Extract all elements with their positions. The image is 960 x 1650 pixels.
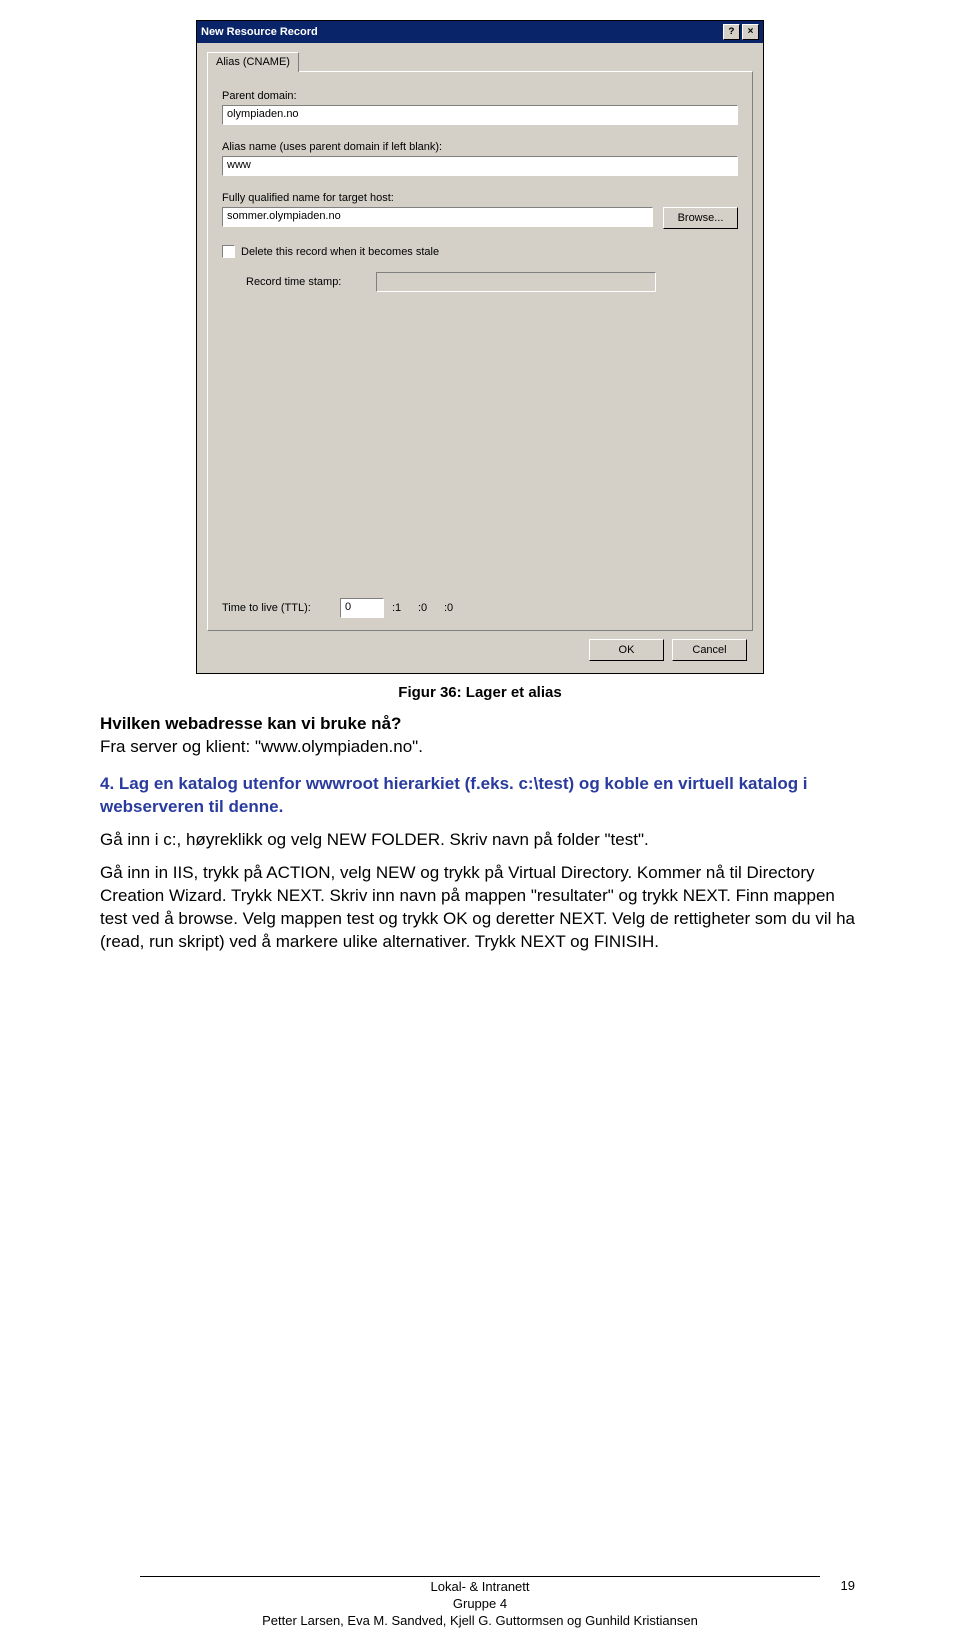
ttl-seconds: :0 [444,602,462,614]
tab-label: Alias (CNAME) [216,56,290,68]
alias-name-label: Alias name (uses parent domain if left b… [222,141,738,153]
alias-name-input[interactable]: www [222,156,738,176]
page-number: 19 [841,1578,855,1595]
answer-line: Fra server og klient: "www.olympiaden.no… [100,736,860,759]
question-line: Hvilken webadresse kan vi bruke nå? [100,713,860,736]
ttl-minutes: :0 [418,602,436,614]
footer-line-1: Lokal- & Intranett [0,1579,960,1596]
ok-button[interactable]: OK [589,639,664,661]
parent-domain-input[interactable]: olympiaden.no [222,105,738,125]
record-timestamp-field [376,272,656,292]
page-footer: Lokal- & Intranett Gruppe 4 Petter Larse… [0,1576,960,1630]
tab-panel: Parent domain: olympiaden.no Alias name … [207,71,753,631]
help-icon: ? [728,27,734,38]
cancel-button[interactable]: Cancel [672,639,747,661]
step-4-heading: 4. Lag en katalog utenfor wwwroot hierar… [100,773,860,819]
target-host-input[interactable]: sommer.olympiaden.no [222,207,653,227]
browse-button[interactable]: Browse... [663,207,738,229]
delete-stale-label: Delete this record when it becomes stale [241,246,439,258]
ttl-label: Time to live (TTL): [222,602,332,614]
close-icon: × [747,27,753,38]
delete-stale-checkbox[interactable] [222,245,235,258]
ttl-days-input[interactable]: 0 [340,598,384,618]
ttl-hours: :1 [392,602,410,614]
target-host-label: Fully qualified name for target host: [222,192,653,204]
dialog-titlebar[interactable]: New Resource Record ? × [197,21,763,43]
footer-line-3: Petter Larsen, Eva M. Sandved, Kjell G. … [0,1613,960,1630]
tab-alias-cname[interactable]: Alias (CNAME) [207,52,299,72]
dialog-title: New Resource Record [201,26,721,38]
footer-line-2: Gruppe 4 [0,1596,960,1613]
close-button[interactable]: × [742,24,759,40]
parent-domain-label: Parent domain: [222,90,738,102]
new-resource-record-dialog: New Resource Record ? × Alias (CNAME) Pa… [196,20,764,674]
help-button[interactable]: ? [723,24,740,40]
paragraph-1: Gå inn i c:, høyreklikk og velg NEW FOLD… [100,829,860,852]
paragraph-2: Gå inn in IIS, trykk på ACTION, velg NEW… [100,862,860,954]
record-timestamp-label: Record time stamp: [246,276,366,288]
figure-caption: Figur 36: Lager et alias [100,684,860,701]
